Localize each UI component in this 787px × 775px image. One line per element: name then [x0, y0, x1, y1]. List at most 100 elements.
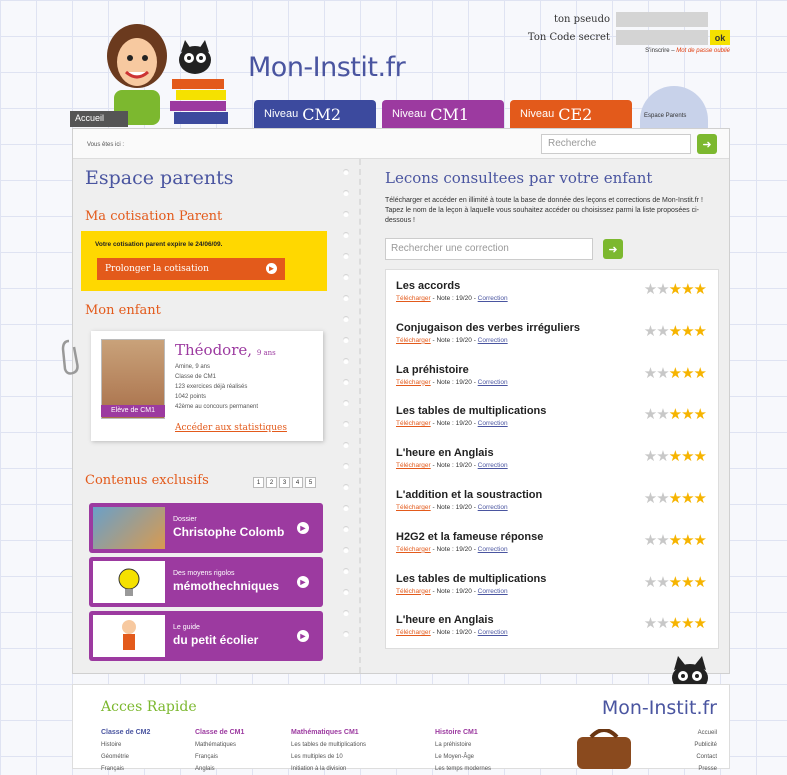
correction-link[interactable]: Correction: [478, 546, 508, 553]
star-icon[interactable]: ★: [694, 281, 707, 298]
footer-link[interactable]: Les tables de multiplications: [291, 739, 366, 751]
star-icon[interactable]: ★: [669, 365, 682, 382]
star-icon[interactable]: ★: [694, 615, 707, 632]
code-input[interactable]: [616, 30, 708, 45]
correction-link[interactable]: Correction: [478, 504, 508, 511]
footer-link[interactable]: Anglais: [195, 763, 244, 775]
star-icon[interactable]: ★: [681, 448, 694, 465]
footer-link[interactable]: Français: [101, 763, 150, 775]
star-icon[interactable]: ★: [681, 574, 694, 591]
correction-search-go-icon[interactable]: ➜: [603, 239, 623, 259]
exclusive-item[interactable]: Des moyens rigolos mémothechniques ►: [89, 557, 323, 607]
footer-link[interactable]: Géométrie: [101, 751, 150, 763]
correction-search-input[interactable]: Rechercher une correction: [385, 238, 593, 260]
star-icon[interactable]: ★: [681, 365, 694, 382]
footer-link[interactable]: Histoire: [101, 739, 150, 751]
home-tab[interactable]: Accueil: [70, 111, 128, 127]
ok-button[interactable]: ok: [710, 30, 730, 45]
correction-link[interactable]: Correction: [478, 379, 508, 386]
forgot-password-link[interactable]: Mot de passe oublié: [676, 48, 730, 54]
footer-logo[interactable]: Mon-Instit.fr: [602, 697, 717, 719]
star-icon[interactable]: ★: [681, 490, 694, 507]
download-link[interactable]: Télécharger: [396, 588, 431, 595]
correction-link[interactable]: Correction: [478, 420, 508, 427]
download-link[interactable]: Télécharger: [396, 420, 431, 427]
search-go-icon[interactable]: ➜: [697, 134, 717, 154]
star-icon[interactable]: ★: [669, 323, 682, 340]
footer-link[interactable]: Français: [195, 751, 244, 763]
star-icon[interactable]: ★: [644, 574, 657, 591]
footer-link[interactable]: Les multiples de 10: [291, 751, 366, 763]
star-icon[interactable]: ★: [694, 323, 707, 340]
download-link[interactable]: Télécharger: [396, 546, 431, 553]
exclusive-item[interactable]: Dossier Christophe Colomb ►: [89, 503, 323, 553]
star-icon[interactable]: ★: [644, 365, 657, 382]
star-icon[interactable]: ★: [644, 323, 657, 340]
download-link[interactable]: Télécharger: [396, 379, 431, 386]
page-button[interactable]: 4: [292, 477, 303, 488]
tab-cm2[interactable]: Niveau CM2: [254, 100, 376, 128]
footer-link[interactable]: Publicité: [694, 739, 717, 751]
star-icon[interactable]: ★: [656, 365, 669, 382]
star-icon[interactable]: ★: [644, 448, 657, 465]
download-link[interactable]: Télécharger: [396, 337, 431, 344]
correction-link[interactable]: Correction: [478, 337, 508, 344]
download-link[interactable]: Télécharger: [396, 504, 431, 511]
star-icon[interactable]: ★: [656, 281, 669, 298]
star-icon[interactable]: ★: [644, 615, 657, 632]
star-icon[interactable]: ★: [669, 532, 682, 549]
extend-subscription-button[interactable]: Prolonger la cotisation ►: [97, 258, 285, 280]
footer-link[interactable]: La préhistoire: [435, 739, 491, 751]
signup-link[interactable]: S'inscrire: [645, 48, 669, 54]
correction-link[interactable]: Correction: [478, 295, 508, 302]
star-icon[interactable]: ★: [669, 490, 682, 507]
exclusive-item[interactable]: Le guide du petit écolier ►: [89, 611, 323, 661]
star-icon[interactable]: ★: [694, 448, 707, 465]
star-icon[interactable]: ★: [656, 323, 669, 340]
download-link[interactable]: Télécharger: [396, 629, 431, 636]
star-icon[interactable]: ★: [656, 615, 669, 632]
star-icon[interactable]: ★: [681, 615, 694, 632]
star-icon[interactable]: ★: [669, 281, 682, 298]
footer-link[interactable]: Le Moyen-Âge: [435, 751, 491, 763]
star-icon[interactable]: ★: [644, 490, 657, 507]
footer-column-head[interactable]: Classe de CM1: [195, 727, 244, 739]
tab-ce2[interactable]: Niveau CE2: [510, 100, 632, 128]
tab-cm1[interactable]: Niveau CM1: [382, 100, 504, 128]
star-icon[interactable]: ★: [644, 532, 657, 549]
footer-link[interactable]: Mathématiques: [195, 739, 244, 751]
correction-link[interactable]: Correction: [478, 588, 508, 595]
footer-link[interactable]: Contact: [694, 751, 717, 763]
star-icon[interactable]: ★: [694, 574, 707, 591]
footer-column-head[interactable]: Mathématiques CM1: [291, 727, 366, 739]
download-link[interactable]: Télécharger: [396, 462, 431, 469]
star-icon[interactable]: ★: [694, 532, 707, 549]
footer-link[interactable]: Les temps modernes: [435, 763, 491, 775]
correction-link[interactable]: Correction: [478, 462, 508, 469]
page-button[interactable]: 2: [266, 477, 277, 488]
stats-link[interactable]: Accéder aux statistiques: [175, 423, 287, 433]
star-icon[interactable]: ★: [669, 448, 682, 465]
star-icon[interactable]: ★: [694, 406, 707, 423]
star-icon[interactable]: ★: [669, 615, 682, 632]
footer-column-head[interactable]: Histoire CM1: [435, 727, 491, 739]
star-icon[interactable]: ★: [694, 365, 707, 382]
site-logo[interactable]: Mon-Instit.fr: [248, 52, 406, 83]
page-button[interactable]: 5: [305, 477, 316, 488]
star-icon[interactable]: ★: [656, 490, 669, 507]
footer-link[interactable]: Presse: [694, 763, 717, 775]
parents-space-tab[interactable]: Espace Parents: [640, 86, 708, 128]
star-icon[interactable]: ★: [681, 532, 694, 549]
star-icon[interactable]: ★: [681, 406, 694, 423]
star-icon[interactable]: ★: [656, 448, 669, 465]
star-icon[interactable]: ★: [669, 406, 682, 423]
star-icon[interactable]: ★: [656, 532, 669, 549]
star-icon[interactable]: ★: [656, 406, 669, 423]
page-button[interactable]: 3: [279, 477, 290, 488]
footer-link[interactable]: Initiation à la division: [291, 763, 366, 775]
star-icon[interactable]: ★: [644, 406, 657, 423]
star-icon[interactable]: ★: [644, 281, 657, 298]
star-icon[interactable]: ★: [681, 323, 694, 340]
star-icon[interactable]: ★: [656, 574, 669, 591]
star-icon[interactable]: ★: [669, 574, 682, 591]
